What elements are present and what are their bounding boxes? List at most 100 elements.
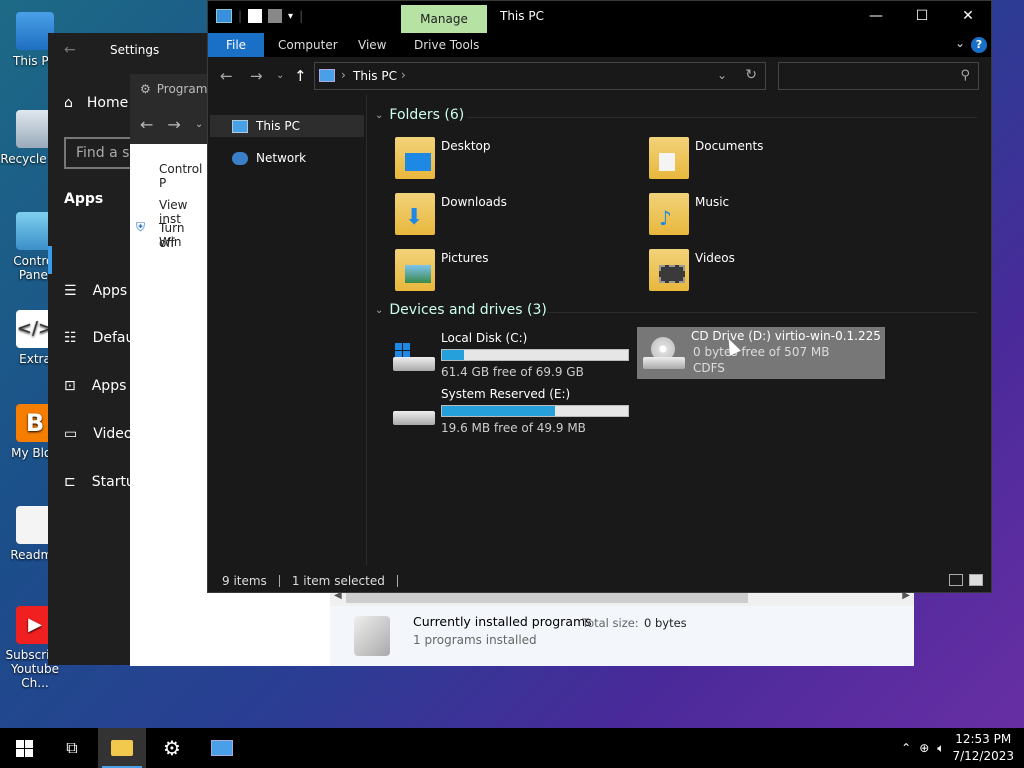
arrow-left-icon[interactable]: ← <box>64 42 94 58</box>
large-icons-view-icon[interactable] <box>969 574 983 586</box>
drive-usage-fill <box>442 350 465 360</box>
help-icon[interactable]: ? <box>971 37 987 53</box>
ribbon-tabs: File Computer View Drive Tools ⌄ ? <box>208 33 991 57</box>
address-bar[interactable]: › This PC › ⌄ ↻ <box>314 62 766 90</box>
taskbar-settings[interactable]: ⚙ <box>148 728 196 768</box>
chevron-down-icon[interactable]: ⌄ <box>195 119 203 130</box>
control-panel-icon <box>211 740 233 756</box>
qat-divider: | <box>238 9 243 23</box>
programs-side-links: Control P View inst ⛨ Turn Win off <box>130 144 208 666</box>
refresh-icon[interactable]: ↻ <box>745 67 757 83</box>
breadcrumb-separator-icon[interactable]: › <box>341 68 346 82</box>
taskbar-control-panel[interactable] <box>198 728 246 768</box>
folder-desktop[interactable]: Desktop <box>395 137 635 187</box>
content-pane: ⌄ Folders (6) Desktop Documents ⬇ Downlo… <box>366 95 991 565</box>
drive-system-reserved-e[interactable]: System Reserved (E:) 19.6 MB free of 49.… <box>387 385 635 435</box>
ribbon-tab-drive-tools[interactable]: Drive Tools <box>414 33 479 57</box>
navigation-pane: This PC Network <box>208 95 366 565</box>
task-view-button[interactable]: ⧉ <box>48 728 96 768</box>
nav-item-this-pc[interactable]: This PC <box>210 115 364 137</box>
recent-locations-icon[interactable]: ⌄ <box>276 70 284 81</box>
control-panel-home-link[interactable]: Control P <box>159 162 208 190</box>
this-pc-small-icon <box>216 9 232 23</box>
arrow-left-icon[interactable]: ← <box>220 67 233 85</box>
settings-nav-apps-features[interactable]: ☰ Apps <box>64 283 127 299</box>
status-divider <box>278 575 280 587</box>
taskbar: ⧉ ⚙ ⌃ ⊕ 🔈︎ 12:53 PM 7/12/2023 <box>0 728 1024 768</box>
status-bar: 9 items 1 item selected <box>208 570 991 592</box>
cd-drive-icon <box>643 337 685 369</box>
drive-local-disk-c[interactable]: Local Disk (C:) 61.4 GB free of 69.9 GB <box>387 329 635 379</box>
status-item-count: 9 items <box>222 574 267 588</box>
properties-icon[interactable] <box>248 9 263 23</box>
settings-nav-startup[interactable]: ⊏ Startu <box>64 474 135 490</box>
breadcrumb-this-pc[interactable]: This PC <box>353 69 397 83</box>
task-view-icon: ⧉ <box>66 738 78 757</box>
details-view-icon[interactable] <box>949 574 963 586</box>
arrow-right-icon[interactable]: → <box>167 115 180 134</box>
group-header-devices[interactable]: ⌄ Devices and drives (3) <box>375 302 547 318</box>
settings-title: Settings <box>110 43 160 57</box>
system-tray: ⌃ ⊕ 🔈︎ 12:53 PM 7/12/2023 <box>901 728 1024 768</box>
folder-documents[interactable]: Documents <box>649 137 889 187</box>
folder-videos[interactable]: Videos <box>649 249 889 299</box>
network-globe-icon[interactable]: ⊕ <box>919 741 929 755</box>
ribbon-tab-computer[interactable]: Computer <box>278 33 338 57</box>
drive-cd-d[interactable]: CD Drive (D:) virtio-win-0.1.225 0 bytes… <box>637 327 885 379</box>
settings-home[interactable]: ⌂ Home <box>64 95 128 111</box>
volume-muted-icon[interactable]: 🔈︎ <box>937 741 944 756</box>
pictures-folder-icon <box>395 249 435 291</box>
arrow-left-icon[interactable]: ← <box>140 115 153 134</box>
turn-windows-features-link-cont[interactable]: off <box>159 236 175 250</box>
minimize-icon[interactable]: — <box>853 1 899 31</box>
ribbon-manage-tab[interactable]: Manage <box>401 5 487 33</box>
video-icon: ▭ <box>64 426 78 442</box>
breadcrumb-separator-icon[interactable]: › <box>401 68 406 82</box>
folder-pictures[interactable]: Pictures <box>395 249 635 299</box>
group-divider <box>467 117 977 118</box>
settings-section-title: Apps <box>64 191 104 207</box>
arrow-right-icon[interactable]: → <box>250 67 263 85</box>
folder-music[interactable]: ♪ Music <box>649 193 889 243</box>
videos-folder-icon <box>649 249 689 291</box>
settings-nav-video-playback[interactable]: ▭ Video <box>64 426 132 442</box>
settings-nav-default-apps[interactable]: ☷ Defau <box>64 330 134 346</box>
desktop-folder-icon <box>395 137 435 179</box>
chevron-down-icon[interactable]: ⌄ <box>717 68 727 82</box>
this-pc-small-icon <box>319 69 335 82</box>
taskbar-file-explorer[interactable] <box>98 728 146 768</box>
drive-usage-bar <box>441 405 629 417</box>
total-size-value: 0 bytes <box>644 616 687 630</box>
group-header-folders[interactable]: ⌄ Folders (6) <box>375 107 464 123</box>
programs-icon: ⚙ <box>140 82 151 96</box>
chevron-up-icon[interactable]: ⌃ <box>901 741 911 755</box>
ribbon-tab-view[interactable]: View <box>358 33 386 57</box>
nav-item-network[interactable]: Network <box>210 147 364 169</box>
clock[interactable]: 12:53 PM 7/12/2023 <box>952 731 1014 765</box>
drive-usage-bar <box>441 349 629 361</box>
start-button[interactable] <box>0 728 48 768</box>
windows-logo-icon <box>15 739 33 757</box>
qat-customize-icon[interactable]: ▾ <box>288 11 293 22</box>
scroll-thumb[interactable] <box>346 593 748 603</box>
open-in-icon: ⊡ <box>64 378 76 394</box>
arrow-up-icon[interactable]: ↑ <box>294 67 307 85</box>
ribbon-tab-file[interactable]: File <box>208 33 264 57</box>
search-input[interactable]: ⚲ <box>778 62 979 90</box>
programs-summary: Currently installed programs Total size:… <box>330 606 914 666</box>
windows-drive-icon <box>393 343 435 371</box>
settings-nav-apps-websites[interactable]: ⊡ Apps <box>64 378 126 394</box>
default-apps-icon: ☷ <box>64 330 77 346</box>
file-explorer-icon <box>111 740 133 756</box>
hard-drive-icon <box>393 399 435 427</box>
status-selection: 1 item selected <box>291 574 385 588</box>
expand-ribbon-icon[interactable]: ⌄ <box>955 36 965 50</box>
status-divider <box>396 575 398 587</box>
list-icon: ☰ <box>64 283 77 299</box>
close-icon[interactable]: ✕ <box>945 1 991 31</box>
folder-downloads[interactable]: ⬇ Downloads <box>395 193 635 243</box>
quick-access-toolbar: | ▾ | Manage This PC — ☐ ✕ <box>208 1 991 33</box>
chevron-down-icon: ⌄ <box>375 109 384 121</box>
new-folder-icon[interactable] <box>268 9 283 23</box>
maximize-icon[interactable]: ☐ <box>899 1 945 31</box>
